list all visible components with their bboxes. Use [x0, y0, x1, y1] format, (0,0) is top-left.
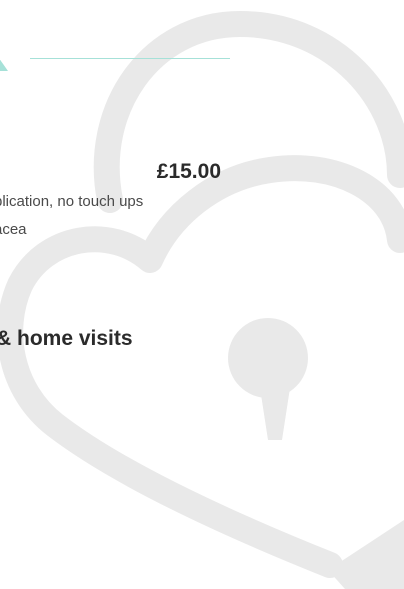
service-description-line: plication, no touch ups — [0, 193, 144, 210]
triangle-accent-icon — [0, 59, 8, 71]
section-heading: & home visits — [0, 327, 133, 350]
header-divider — [30, 58, 230, 59]
service-description-line: acea — [0, 221, 27, 238]
service-price: £15.00 — [156, 160, 221, 183]
content-panel: £15.00 plication, no touch ups acea & ho… — [0, 0, 404, 589]
